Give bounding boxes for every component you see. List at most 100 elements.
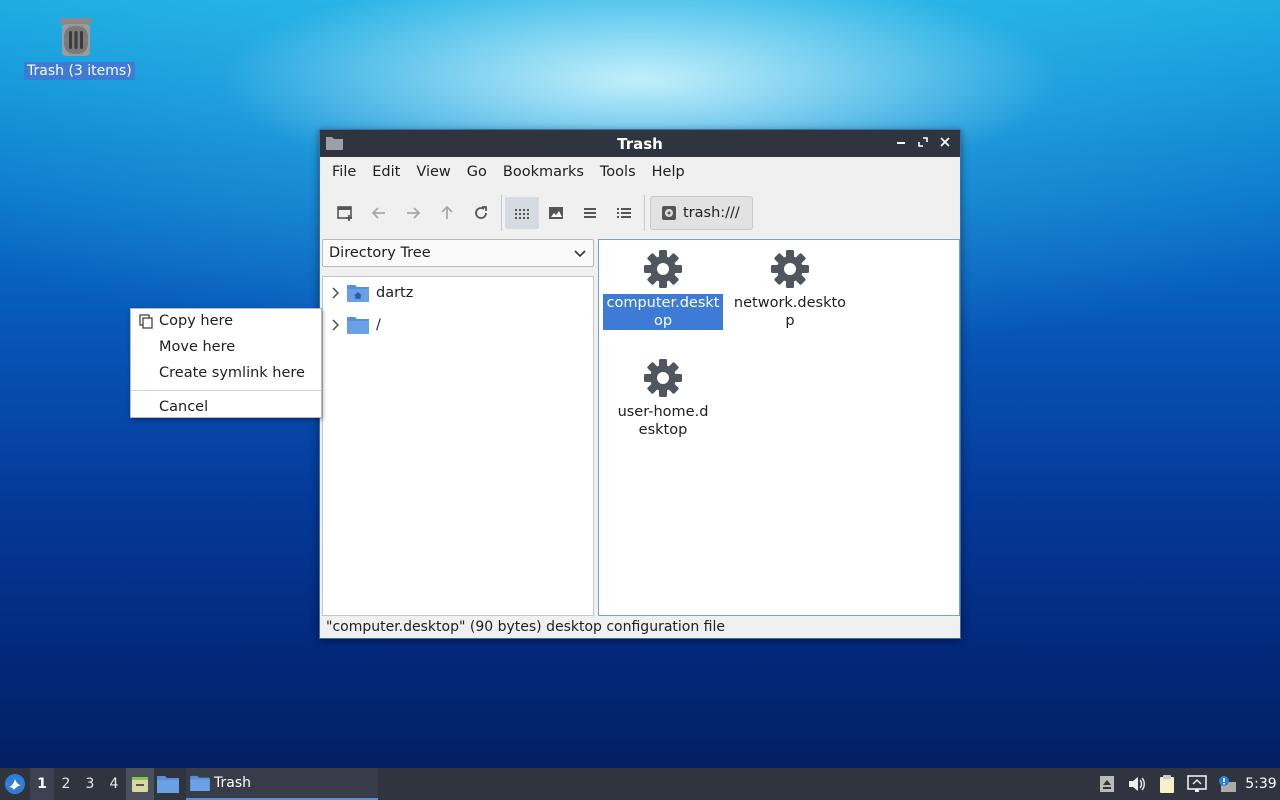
close-icon [940, 137, 950, 147]
menu-item-cancel[interactable]: Cancel [131, 395, 321, 421]
taskbar-task-trash[interactable]: Trash [186, 768, 378, 800]
folder-icon [347, 317, 369, 334]
folder-icon [157, 776, 179, 793]
maximize-icon [918, 137, 928, 147]
directory-tree: dartz / [322, 276, 594, 616]
new-tab-icon [337, 206, 352, 221]
clipboard-tray-button[interactable] [1152, 768, 1182, 800]
volume-icon [1129, 777, 1145, 791]
toolbar-separator [644, 195, 645, 231]
workspace-1[interactable]: 1 [30, 768, 54, 800]
file-name: user-home.desktop [617, 404, 709, 438]
toolbar-separator [501, 195, 502, 231]
home-folder-icon [347, 285, 369, 302]
arrow-right-icon [407, 207, 421, 219]
gear-icon [644, 359, 682, 397]
menu-bookmarks[interactable]: Bookmarks [495, 157, 592, 187]
network-icon [1187, 775, 1207, 792]
desktop-trash-icon[interactable]: Trash (3 items) [24, 16, 135, 80]
volume-tray-button[interactable] [1122, 768, 1152, 800]
list-icon [584, 208, 596, 218]
toolbar: trash:/// [320, 187, 960, 239]
window-titlebar[interactable]: Trash [320, 130, 960, 157]
thumbnail-view-button[interactable] [539, 197, 573, 229]
back-button[interactable] [362, 197, 396, 229]
drive-icon [662, 206, 676, 220]
window-title: Trash [617, 134, 663, 153]
file-name: computer.desktop [603, 294, 723, 330]
maximize-button[interactable] [912, 133, 934, 153]
menu-view[interactable]: View [408, 157, 458, 187]
clipboard-icon [1160, 775, 1174, 793]
arrow-left-icon [371, 207, 385, 219]
detailed-list-icon [617, 208, 631, 218]
panes: Directory Tree dartz / computer.desktop … [320, 239, 960, 616]
taskbar: 1 2 3 4 Trash 5:39 [0, 768, 1280, 800]
lubuntu-logo-icon [5, 774, 25, 794]
clock[interactable]: 5:39 [1242, 776, 1280, 792]
tree-item-label: dartz [376, 285, 414, 301]
menu-item-label: Copy here [159, 313, 234, 329]
menu-tools[interactable]: Tools [592, 157, 644, 187]
show-desktop-icon [132, 777, 148, 792]
arrow-up-icon [441, 205, 453, 219]
gear-icon [644, 250, 682, 288]
menu-help[interactable]: Help [644, 157, 693, 187]
chevron-right-icon[interactable] [329, 286, 343, 300]
network-tray-button[interactable] [1182, 768, 1212, 800]
menu-item-copy-here[interactable]: Copy here [131, 309, 321, 335]
icon-view-button[interactable] [505, 197, 539, 229]
path-button[interactable]: trash:/// [650, 196, 753, 230]
new-tab-button[interactable] [328, 197, 362, 229]
show-desktop-button[interactable] [126, 768, 154, 800]
menu-item-label: Create symlink here [159, 365, 305, 381]
menu-file[interactable]: File [324, 157, 364, 187]
workspace-4[interactable]: 4 [102, 768, 126, 800]
menu-separator [131, 390, 321, 391]
minimize-button[interactable] [890, 133, 912, 153]
menu-item-label: Move here [159, 339, 236, 355]
eject-icon [1100, 776, 1114, 792]
start-menu-button[interactable] [0, 769, 30, 799]
workspace-2[interactable]: 2 [54, 768, 78, 800]
minimize-icon [897, 142, 905, 144]
tree-item-root[interactable]: / [323, 309, 593, 341]
image-icon [549, 207, 563, 219]
forward-button[interactable] [396, 197, 430, 229]
file-item-user-home-desktop[interactable]: user-home.desktop [601, 353, 725, 439]
chevron-right-icon[interactable] [329, 318, 343, 332]
menu-item-create-symlink[interactable]: Create symlink here [131, 361, 321, 387]
side-pane-mode-select[interactable]: Directory Tree [322, 239, 594, 267]
menu-edit[interactable]: Edit [364, 157, 408, 187]
window-folder-icon [326, 137, 343, 150]
tree-item-label: / [376, 317, 381, 333]
status-bar: "computer.desktop" (90 bytes) desktop co… [320, 616, 960, 638]
file-manager-launcher[interactable] [154, 768, 182, 800]
path-label: trash:/// [683, 205, 740, 221]
chevron-down-icon [574, 250, 586, 258]
workspace-3[interactable]: 3 [78, 768, 102, 800]
update-notifier-icon [1219, 776, 1236, 792]
grid-view-icon [515, 209, 529, 219]
menubar: File Edit View Go Bookmarks Tools Help [320, 157, 960, 187]
detailed-view-button[interactable] [607, 197, 641, 229]
folder-icon [190, 775, 210, 791]
reload-button[interactable] [464, 197, 498, 229]
updates-tray-button[interactable] [1212, 768, 1242, 800]
file-manager-window: Trash File Edit View Go Bookmarks Tools … [319, 129, 961, 639]
reload-icon [475, 206, 487, 219]
tree-item-home[interactable]: dartz [323, 277, 593, 309]
up-button[interactable] [430, 197, 464, 229]
drop-context-menu: Copy here Move here Create symlink here … [130, 308, 322, 418]
close-button[interactable] [934, 133, 956, 153]
menu-item-move-here[interactable]: Move here [131, 335, 321, 361]
menu-go[interactable]: Go [459, 157, 495, 187]
file-name: network.desktop [733, 295, 847, 329]
desktop-trash-label: Trash (3 items) [24, 62, 135, 80]
menu-item-label: Cancel [159, 399, 209, 415]
file-item-network-desktop[interactable]: network.desktop [728, 244, 852, 330]
eject-tray-button[interactable] [1092, 768, 1122, 800]
gear-icon [771, 250, 809, 288]
compact-view-button[interactable] [573, 197, 607, 229]
file-item-computer-desktop[interactable]: computer.desktop [601, 244, 725, 330]
